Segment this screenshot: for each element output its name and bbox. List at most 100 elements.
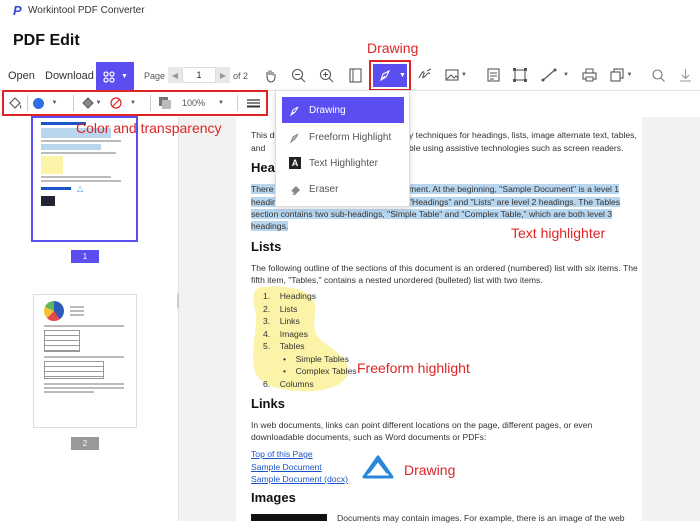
pen-icon (380, 69, 391, 82)
search-icon (651, 68, 665, 82)
doc-intro-line2-b: ble using assistive technologies such as… (409, 143, 624, 153)
chevron-down-icon: ▼ (51, 100, 58, 106)
doc-highlight-line2-a: headin (251, 197, 277, 207)
doc-links-paragraph-2: downloadable documents, such as Word doc… (251, 432, 487, 442)
open-button[interactable]: Open (8, 70, 35, 82)
line-weight-icon (246, 99, 260, 108)
page-total: of 2 (233, 71, 249, 81)
list-item: 6. Columns (263, 378, 314, 389)
list-item: 3. Links (263, 316, 300, 326)
annotation-drawing-top: Drawing (367, 40, 419, 56)
signature-icon (418, 68, 432, 78)
page-number-input[interactable]: 1 (182, 67, 216, 83)
page-icon (348, 67, 362, 83)
link-sample-document-docx[interactable]: Sample Document (docx) (251, 474, 348, 484)
chevron-down-icon: ▼ (130, 100, 136, 106)
insert-image-button[interactable]: ▼ (445, 67, 467, 83)
fill-icon (81, 97, 94, 109)
window-title: Workintool PDF Converter (28, 5, 145, 16)
hand-icon (265, 70, 276, 83)
no-fill-picker[interactable]: ▼ (108, 95, 138, 111)
menu-item-freeform-highlight[interactable]: Freeform Highlight (282, 124, 404, 150)
print-icon (581, 68, 597, 82)
toolbar-divider (73, 95, 74, 111)
fill-color-button[interactable]: ▼ (80, 95, 102, 111)
stroke-color-picker[interactable]: ▼ (30, 95, 60, 111)
doc-link-list: Top of this Page Sample Document Sample … (251, 448, 348, 486)
annotation-color-transparency: Color and transparency (76, 120, 222, 136)
toolbar-divider (27, 95, 28, 111)
note-icon (486, 68, 500, 82)
line-weight-button[interactable] (245, 95, 261, 111)
list-item: 2. Lists (263, 303, 298, 314)
menu-item-eraser[interactable]: Eraser (282, 176, 404, 202)
doc-ordered-list: 1. Headings 2. Lists 3. Links 4. Images … (263, 290, 357, 390)
grid-icon (103, 70, 115, 83)
page-title: PDF Edit (13, 32, 80, 49)
app-logo: P (13, 3, 22, 18)
copy-icon (609, 68, 624, 82)
no-fill-icon (110, 97, 122, 109)
note-button[interactable] (485, 67, 501, 83)
doc-highlight-line3: section contains two sub-headings, "Simp… (251, 209, 613, 219)
list-item: 1. Headings (263, 291, 317, 301)
thumbnail-number-1[interactable]: 1 (71, 250, 99, 263)
annotation-drawing-bottom: Drawing (404, 462, 456, 478)
opacity-select[interactable]: 100% ▼ (182, 95, 224, 111)
fill-bucket-button[interactable] (7, 95, 23, 111)
chevron-down-icon: ▼ (218, 100, 224, 106)
opacity-value: 100% (182, 98, 206, 108)
save-download-button[interactable] (677, 67, 693, 83)
chevron-down-icon: ▼ (461, 72, 467, 78)
signature-button[interactable] (418, 67, 434, 83)
doc-links-paragraph-1: In web documents, links can point differ… (251, 420, 593, 430)
doc-heading-links: Links (251, 396, 285, 411)
menu-item-drawing[interactable]: Drawing (282, 97, 404, 123)
menu-item-text-highlighter[interactable]: A Text Highlighter (282, 150, 404, 176)
opacity-button[interactable] (157, 95, 173, 111)
chevron-down-icon: ▼ (563, 72, 569, 78)
link-sample-document[interactable]: Sample Document (251, 462, 322, 472)
doc-images-paragraph: Documents may contain images. For exampl… (337, 513, 625, 523)
pen-icon (289, 104, 301, 116)
doc-image-strip (251, 514, 327, 521)
download-button[interactable]: Download (45, 70, 94, 82)
search-button[interactable] (650, 67, 666, 83)
highlighter-icon (289, 131, 301, 143)
chevron-down-icon: ▼ (121, 73, 128, 80)
line-icon (541, 68, 557, 82)
toolbar-divider (237, 95, 238, 111)
copy-button[interactable]: ▼ (608, 67, 634, 83)
crop-icon (513, 68, 527, 82)
annotation-text-highlighter: Text highlighter (511, 225, 606, 241)
hand-tool-button[interactable] (262, 67, 278, 83)
thumbnail-number-2[interactable]: 2 (71, 437, 99, 450)
print-button[interactable] (581, 67, 597, 83)
page-next-button[interactable]: ▶ (216, 67, 230, 83)
doc-lists-paragraph-1: The following outline of the sections of… (251, 263, 638, 273)
download-icon (679, 69, 691, 82)
page-thumbnail-2[interactable] (33, 294, 137, 428)
crop-button[interactable] (512, 67, 528, 83)
doc-heading-headings: Hea (251, 160, 275, 175)
annotation-freeform-highlight: Freeform highlight (357, 360, 470, 376)
list-item: • Simple Tables (283, 353, 349, 364)
color-swatch-blue (32, 97, 44, 109)
link-top-of-page[interactable]: Top of this Page (251, 449, 313, 459)
doc-heading-lists: Lists (251, 239, 282, 254)
chevron-down-icon: ▼ (626, 72, 633, 78)
image-icon (445, 69, 459, 81)
drawing-dropdown-menu: Drawing Freeform Highlight A Text Highli… (275, 90, 410, 207)
zoom-in-icon (319, 68, 333, 82)
drawing-tool-button[interactable]: ▼ (369, 60, 411, 91)
page-prev-button[interactable]: ◀ (168, 67, 182, 83)
line-tool-button[interactable]: ▼ (540, 67, 570, 83)
list-item: • Complex Tables (283, 366, 357, 376)
zoom-in-button[interactable] (318, 67, 334, 83)
fit-page-button[interactable] (347, 67, 363, 83)
zoom-out-button[interactable] (290, 67, 306, 83)
list-item: 4. Images (263, 328, 308, 339)
view-mode-button[interactable]: ▼ (96, 62, 134, 91)
doc-intro-line2-a: and (251, 143, 266, 153)
zoom-out-icon (291, 68, 305, 82)
